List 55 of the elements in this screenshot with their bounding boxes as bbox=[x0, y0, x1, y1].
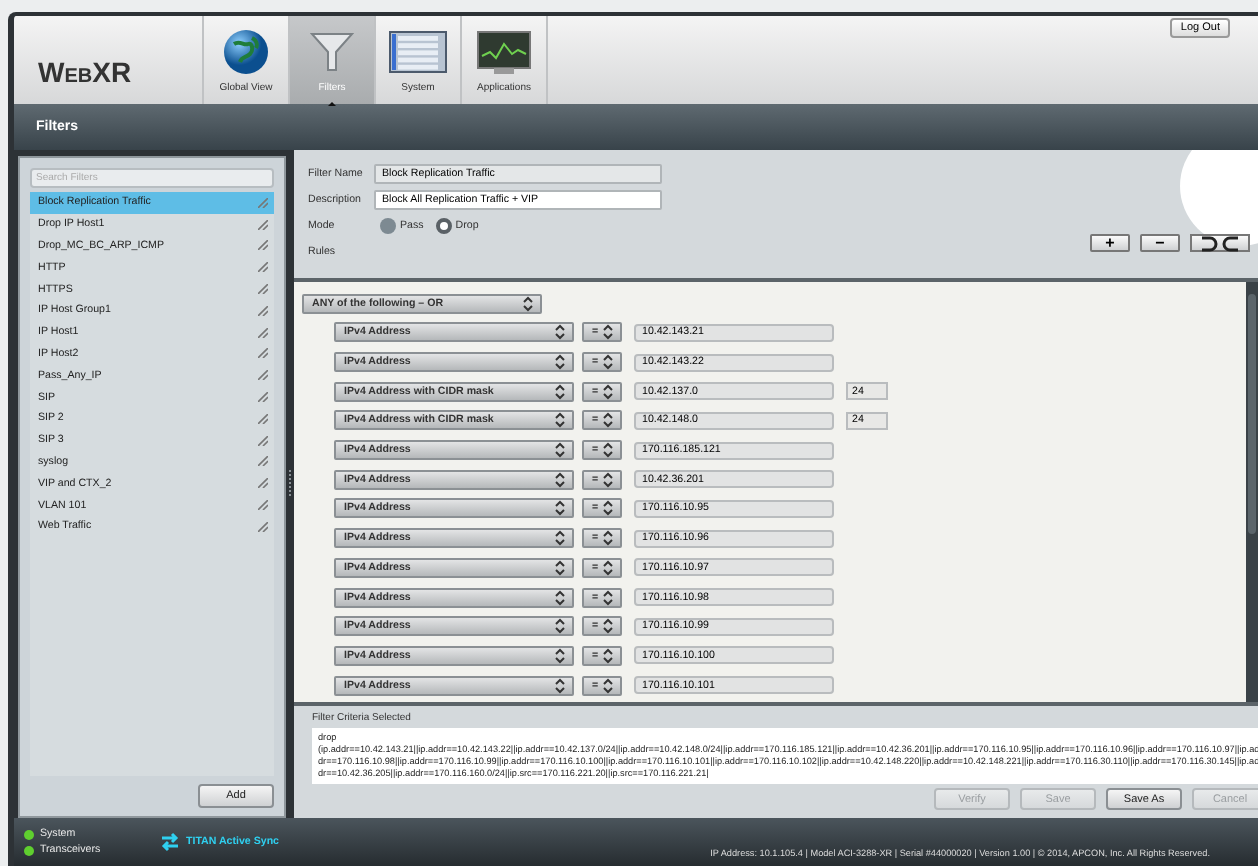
undo-redo-group[interactable] bbox=[1190, 234, 1250, 252]
stepper-arrows-icon bbox=[554, 677, 566, 694]
stepper-arrows-icon bbox=[602, 500, 614, 517]
stepper-arrows-icon bbox=[602, 530, 614, 547]
stepper-arrows-icon bbox=[602, 618, 614, 635]
resize-grip-icon bbox=[258, 370, 268, 381]
stepper-arrows-icon bbox=[602, 471, 614, 488]
resize-grip-icon bbox=[258, 327, 268, 338]
stepper-arrows-icon bbox=[602, 677, 614, 694]
resize-grip-icon bbox=[258, 435, 268, 446]
stepper-arrows-icon bbox=[554, 500, 566, 517]
undo-icon bbox=[1200, 235, 1218, 251]
resize-grip-icon bbox=[258, 413, 268, 424]
resize-grip-icon bbox=[258, 197, 268, 208]
funnel-icon bbox=[308, 28, 356, 76]
resize-grip-icon bbox=[258, 478, 268, 489]
stepper-arrows-icon bbox=[554, 324, 566, 341]
radio-button[interactable] bbox=[380, 217, 396, 233]
resize-grip-icon bbox=[258, 348, 268, 359]
stepper-arrows-icon bbox=[522, 296, 534, 312]
stepper-arrows-icon bbox=[554, 383, 566, 400]
toolbar-button[interactable]: − bbox=[1140, 234, 1180, 252]
resize-grip-icon bbox=[258, 219, 268, 230]
stepper-arrows-icon bbox=[554, 559, 566, 576]
stepper-arrows-icon bbox=[602, 559, 614, 576]
resize-grip-icon bbox=[258, 500, 268, 511]
server-rack-icon bbox=[388, 28, 448, 76]
toolbar-button[interactable]: + bbox=[1090, 234, 1130, 252]
sync-arrows-icon bbox=[160, 832, 180, 852]
resize-grip-icon bbox=[258, 521, 268, 532]
stepper-arrows-icon bbox=[602, 589, 614, 606]
resize-grip-icon bbox=[258, 284, 268, 295]
stepper-arrows-icon bbox=[554, 471, 566, 488]
stepper-arrows-icon bbox=[602, 412, 614, 429]
resize-grip-icon bbox=[258, 456, 268, 467]
stepper-arrows-icon bbox=[554, 589, 566, 606]
resize-grip-icon bbox=[258, 240, 268, 251]
radio-button[interactable] bbox=[435, 217, 452, 233]
globe-icon bbox=[222, 28, 270, 76]
stepper-arrows-icon bbox=[602, 383, 614, 400]
stepper-arrows-icon bbox=[602, 647, 614, 664]
stepper-arrows-icon bbox=[554, 442, 566, 459]
resize-grip-icon bbox=[258, 305, 268, 316]
stepper-arrows-icon bbox=[554, 354, 566, 371]
stepper-arrows-icon bbox=[554, 412, 566, 429]
redo-icon bbox=[1222, 235, 1240, 251]
stepper-arrows-icon bbox=[602, 324, 614, 341]
stepper-arrows-icon bbox=[602, 442, 614, 459]
stepper-arrows-icon bbox=[554, 618, 566, 635]
monitor-icon bbox=[476, 28, 532, 76]
resize-grip-icon bbox=[258, 262, 268, 273]
stepper-arrows-icon bbox=[554, 530, 566, 547]
resize-grip-icon bbox=[258, 392, 268, 403]
stepper-arrows-icon bbox=[602, 354, 614, 371]
stepper-arrows-icon bbox=[554, 647, 566, 664]
